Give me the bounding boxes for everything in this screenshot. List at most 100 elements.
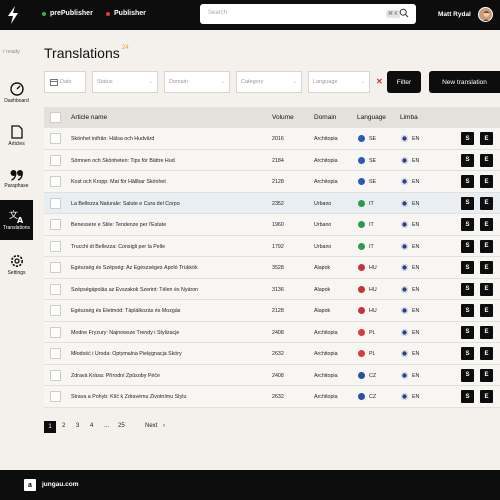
sidebar-item-dashboard[interactable]: Dashboard [0, 73, 33, 113]
row-checkbox[interactable] [50, 348, 61, 359]
language-filter[interactable]: Language ⌄ [308, 71, 370, 93]
user-name[interactable]: Matt Rydal [438, 11, 471, 18]
column-header[interactable]: Article name [71, 114, 107, 121]
column-header[interactable]: Volume [272, 114, 294, 121]
column-header[interactable]: Limba [400, 114, 418, 121]
action-s-button[interactable]: S [461, 196, 474, 210]
action-s-button[interactable]: S [461, 282, 474, 296]
table-row[interactable]: Strava a Pohyb: Klíč k Zdravému Životním… [44, 386, 500, 408]
row-checkbox[interactable] [50, 240, 61, 252]
table-row[interactable]: La Bellezza Naturale: Salute e Cura del … [44, 192, 500, 214]
table-row[interactable]: Egészség és Szépség: Az Egészséges Ápoló… [44, 257, 500, 279]
avatar[interactable] [478, 7, 493, 22]
row-checkbox[interactable] [50, 219, 61, 230]
action-s-button[interactable]: S [461, 153, 474, 167]
row-checkbox[interactable] [50, 305, 61, 316]
action-s-button[interactable]: S [461, 175, 474, 188]
action-e-button[interactable]: E [480, 218, 493, 231]
table-row[interactable]: Młodość i Uroda: Optymalna Pielęgnacja S… [44, 343, 500, 365]
clear-filters-icon[interactable]: ✕ [376, 77, 383, 86]
new-translation-button[interactable]: New translation [429, 71, 500, 93]
table-row[interactable]: Skönhet inifrån: Hälsa och Hudvård 2016 Ar… [44, 128, 500, 150]
action-s-button[interactable]: S [461, 239, 474, 253]
action-e-button[interactable]: E [480, 325, 493, 339]
select-all-checkbox[interactable] [50, 112, 61, 123]
sidebar-item-paraphase[interactable]: Paraphase [0, 159, 33, 199]
table-row[interactable]: Modne Fryzury: Najnowsze Trendy i Styliz… [44, 321, 500, 343]
table-row[interactable]: Kost och Kropp: Mat för Hållbar Skönhet 2… [44, 171, 500, 193]
action-s-button[interactable]: S [461, 325, 474, 339]
domain-value: Alapok [314, 308, 331, 314]
article-name[interactable]: Trucchi di Bellezza: Consigli per la Pel… [71, 244, 266, 250]
action-s-button[interactable]: S [461, 218, 474, 231]
row-checkbox[interactable] [50, 197, 61, 209]
date-filter[interactable]: Date [44, 71, 86, 93]
footer-link[interactable]: jungau.com [42, 481, 78, 488]
domain-filter[interactable]: Domain ⌄ [164, 71, 230, 93]
search-icon[interactable] [399, 8, 409, 18]
action-e-button[interactable]: E [480, 368, 493, 382]
sidebar-item-translations[interactable]: 文 A Translations [0, 200, 33, 240]
row-checkbox[interactable] [50, 262, 61, 273]
action-e-button[interactable]: E [480, 196, 493, 210]
table-row[interactable]: Zdravá Krása: Přírodní Způsoby Péče 2408 A… [44, 364, 500, 386]
page-button[interactable]: 1 [44, 421, 56, 433]
row-checkbox[interactable] [50, 391, 61, 402]
action-e-button[interactable]: E [480, 261, 493, 274]
column-header[interactable]: Domain [314, 114, 336, 121]
row-checkbox[interactable] [50, 326, 61, 338]
action-e-button[interactable]: E [480, 153, 493, 167]
search-input[interactable]: Search ⌘ K [200, 4, 416, 24]
action-s-button[interactable]: S [461, 304, 474, 317]
chevron-right-icon[interactable]: › [163, 423, 165, 429]
action-s-button[interactable]: S [461, 347, 474, 360]
category-filter[interactable]: Category ⌄ [236, 71, 302, 93]
article-name[interactable]: La Bellezza Naturale: Salute e Cura del … [71, 201, 266, 207]
page-button[interactable]: 4 [90, 423, 93, 429]
action-s-button[interactable]: S [461, 368, 474, 382]
row-checkbox[interactable] [50, 369, 61, 381]
nav-prepublisher[interactable]: prePublisher [42, 10, 93, 17]
action-e-button[interactable]: E [480, 132, 493, 145]
table-row[interactable]: Szépségápolás az Évszakok Szerint: Télen… [44, 278, 500, 300]
page-button[interactable]: 3 [76, 423, 79, 429]
table-row[interactable]: Trucchi di Bellezza: Consigli per la Pel… [44, 235, 500, 257]
article-name[interactable]: Zdravá Krása: Přírodní Způsoby Péče [71, 373, 266, 379]
nav-publisher[interactable]: Publisher [106, 10, 146, 17]
page-button[interactable]: 25 [118, 423, 125, 429]
article-name[interactable]: Skönhet inifrån: Hälsa och Hudvård [71, 136, 266, 142]
table-row[interactable]: Sömnen och Skönheten: Tips för Bättre Hu… [44, 149, 500, 171]
bolt-logo-icon[interactable] [6, 6, 20, 24]
action-e-button[interactable]: E [480, 175, 493, 188]
action-e-button[interactable]: E [480, 304, 493, 317]
row-checkbox[interactable] [50, 133, 61, 144]
article-name[interactable]: Egészség és Életmód: Táplálkozás és Mozg… [71, 308, 266, 314]
action-s-button[interactable]: S [461, 261, 474, 274]
action-s-button[interactable]: S [461, 132, 474, 145]
row-checkbox[interactable] [50, 176, 61, 187]
article-name[interactable]: Modne Fryzury: Najnowsze Trendy i Styliz… [71, 330, 266, 336]
row-checkbox[interactable] [50, 283, 61, 295]
status-filter[interactable]: Status ⌄ [92, 71, 158, 93]
row-checkbox[interactable] [50, 154, 61, 166]
article-name[interactable]: Szépségápolás az Évszakok Szerint: Télen… [71, 287, 266, 293]
action-e-button[interactable]: E [480, 239, 493, 253]
article-name[interactable]: Sömnen och Skönheten: Tips för Bättre Hu… [71, 158, 266, 164]
article-name[interactable]: Kost och Kropp: Mat för Hållbar Skönhet [71, 179, 266, 185]
article-name[interactable]: Strava a Pohyb: Klíč k Zdravému Životním… [71, 394, 266, 400]
table-row[interactable]: Benessere e Stile: Tendenze per l'Estate… [44, 214, 500, 236]
sidebar-item-settings[interactable]: Settings [0, 245, 33, 285]
next-page-button[interactable]: Next [145, 423, 157, 429]
page-button[interactable]: 2 [62, 423, 65, 429]
article-name[interactable]: Benessere e Stile: Tendenze per l'Estate [71, 222, 266, 228]
sidebar-item-articles[interactable]: Articles [0, 116, 33, 156]
action-e-button[interactable]: E [480, 282, 493, 296]
action-e-button[interactable]: E [480, 347, 493, 360]
filter-button[interactable]: Filter [387, 71, 421, 93]
article-name[interactable]: Egészség és Szépség: Az Egészséges Ápoló… [71, 265, 266, 271]
action-s-button[interactable]: S [461, 390, 474, 403]
column-header[interactable]: Language [357, 114, 386, 121]
action-e-button[interactable]: E [480, 390, 493, 403]
article-name[interactable]: Młodość i Uroda: Optymalna Pielęgnacja S… [71, 351, 266, 357]
table-row[interactable]: Egészség és Életmód: Táplálkozás és Mozg… [44, 300, 500, 322]
